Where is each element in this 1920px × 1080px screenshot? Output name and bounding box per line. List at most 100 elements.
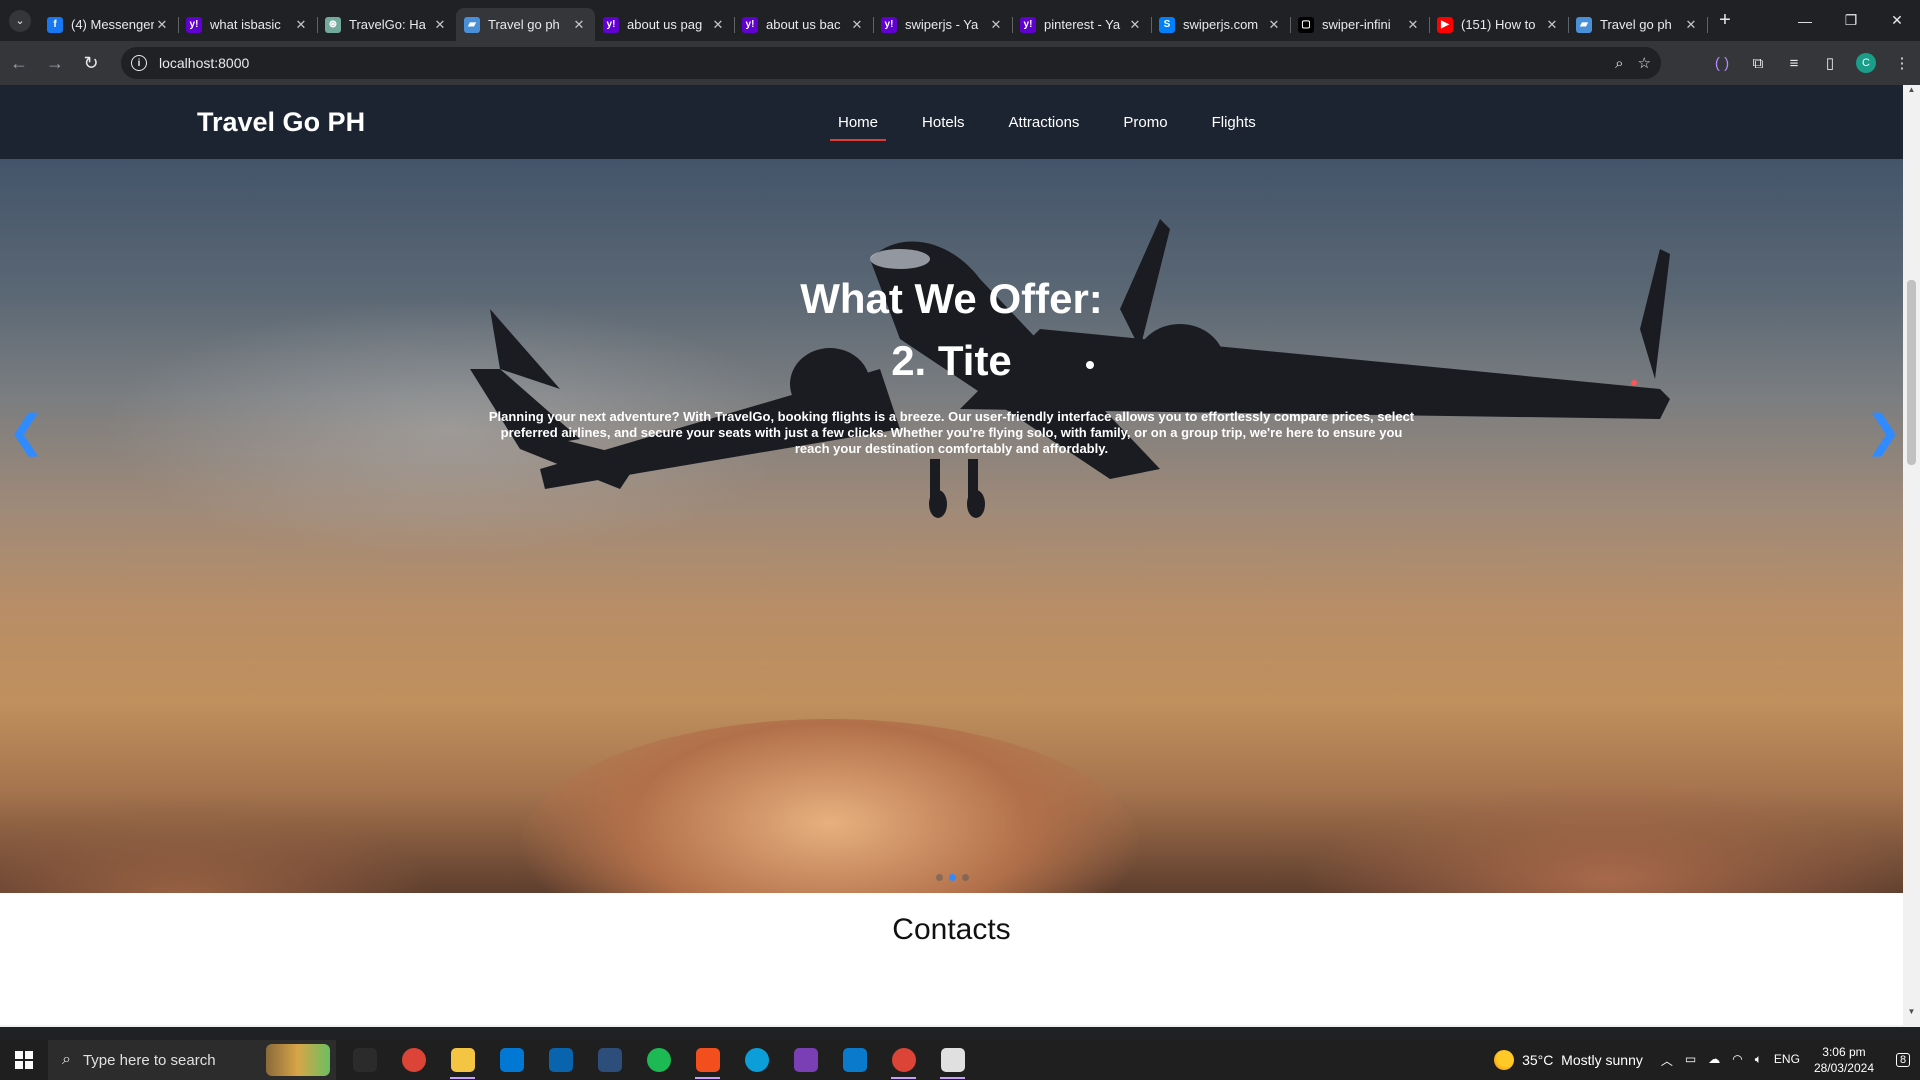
- microsoft-store-icon[interactable]: [487, 1040, 536, 1080]
- nav-link-home[interactable]: Home: [828, 85, 888, 159]
- clock-date: 28/03/2024: [1813, 1061, 1874, 1075]
- language-indicator[interactable]: ENG: [1774, 1052, 1800, 1069]
- tab-close-icon[interactable]: ✕: [1683, 17, 1699, 33]
- slider-next-chevron-icon[interactable]: ❯: [1865, 406, 1902, 457]
- address-bar[interactable]: i localhost:8000 ⌕ ☆: [121, 47, 1661, 79]
- tab-title: (151) How to: [1461, 17, 1536, 32]
- browser-tab[interactable]: ▰ Travel go ph ✕: [1568, 8, 1708, 41]
- notification-center-icon[interactable]: 8: [1886, 1040, 1920, 1080]
- side-panel-icon[interactable]: ▯: [1812, 45, 1848, 81]
- media-controls-icon[interactable]: ≡: [1776, 45, 1812, 81]
- spotify-icon[interactable]: [634, 1040, 683, 1080]
- new-tab-plus-icon[interactable]: +: [1711, 7, 1739, 35]
- minimize-icon[interactable]: —: [1782, 0, 1828, 41]
- profile-avatar[interactable]: C: [1848, 45, 1884, 81]
- tab-close-icon[interactable]: ✕: [849, 17, 865, 33]
- taskbar-apps: [340, 1040, 977, 1080]
- taskbar-search-box[interactable]: ⌕ Type here to search: [48, 1040, 336, 1080]
- settings-icon-glyph: [940, 1048, 965, 1072]
- slider-prev-chevron-icon[interactable]: ❮: [8, 406, 45, 457]
- chrome-icon-glyph: [401, 1048, 426, 1072]
- bookmark-star-icon[interactable]: ☆: [1638, 54, 1651, 72]
- browser-menu-icon[interactable]: ⋮: [1884, 45, 1920, 81]
- page-viewport: Travel Go PH Home Hotels Attractions Promo F…: [0, 85, 1920, 1027]
- extensions-puzzle-icon[interactable]: ⧉: [1740, 45, 1776, 81]
- ssms-icon[interactable]: [585, 1040, 634, 1080]
- scroll-up-arrow-icon[interactable]: ▲: [1903, 85, 1920, 94]
- chrome-icon[interactable]: [389, 1040, 438, 1080]
- search-highlight-image: [266, 1044, 330, 1076]
- meet-now-icon[interactable]: ▭: [1685, 1052, 1696, 1069]
- vscode-icon[interactable]: [830, 1040, 879, 1080]
- close-window-icon[interactable]: ✕: [1874, 0, 1920, 41]
- browser-tab[interactable]: ▰ Travel go ph ✕: [456, 8, 595, 41]
- forward-arrow-icon[interactable]: →: [38, 46, 72, 80]
- volume-icon[interactable]: 🔈︎: [1755, 1052, 1762, 1069]
- tab-title: swiperjs.com: [1183, 17, 1259, 32]
- browser-tab[interactable]: y! what isbasic ✕: [178, 8, 318, 41]
- vertical-scroll-thumb[interactable]: [1907, 280, 1916, 465]
- browser-tab[interactable]: ▢ swiper-infini ✕: [1290, 8, 1430, 41]
- slider-dot[interactable]: [936, 874, 943, 881]
- tab-close-icon[interactable]: ✕: [1544, 17, 1560, 33]
- tab-close-icon[interactable]: ✕: [1266, 17, 1282, 33]
- weather-sun-icon: [1494, 1050, 1515, 1070]
- browser-tab[interactable]: ⊛ TravelGo: Ha ✕: [317, 8, 457, 41]
- tab-close-icon[interactable]: ✕: [988, 17, 1004, 33]
- tab-close-icon[interactable]: ✕: [432, 17, 448, 33]
- tab-favicon-icon: y!: [603, 16, 619, 33]
- nav-link-attractions[interactable]: Attractions: [999, 85, 1090, 159]
- zoom-icon[interactable]: ⌕: [1615, 55, 1623, 72]
- tab-close-icon[interactable]: ✕: [710, 17, 726, 33]
- browser-tab[interactable]: y! pinterest - Ya ✕: [1012, 8, 1152, 41]
- taskbar-clock[interactable]: 3:06 pm 28/03/2024: [1814, 1044, 1874, 1076]
- back-arrow-icon[interactable]: ←: [2, 46, 36, 80]
- mail-icon[interactable]: [536, 1040, 585, 1080]
- edge-icon[interactable]: [732, 1040, 781, 1080]
- browser-tab[interactable]: y! about us pag ✕: [595, 8, 735, 41]
- slider-dot[interactable]: [962, 874, 969, 881]
- window-controls: — ❐ ✕: [1782, 0, 1920, 41]
- tab-search-chevron-icon[interactable]: ⌄: [9, 9, 31, 32]
- nav-link-promo[interactable]: Promo: [1113, 85, 1177, 159]
- chrome-active-icon[interactable]: [879, 1040, 928, 1080]
- tab-close-icon[interactable]: ✕: [293, 17, 309, 33]
- tab-close-icon[interactable]: ✕: [1405, 17, 1421, 33]
- slider-dot[interactable]: [949, 874, 956, 881]
- hero-slider[interactable]: What We Offer: 2. Tite Planning your nex…: [0, 159, 1903, 893]
- browser-tab[interactable]: Sswiperjs.com ✕: [1151, 8, 1291, 41]
- tab-close-icon[interactable]: ✕: [154, 17, 170, 33]
- browser-tab[interactable]: ▶ (151) How to ✕: [1429, 8, 1569, 41]
- site-info-icon[interactable]: i: [131, 55, 147, 71]
- onedrive-cloud-icon[interactable]: ☁: [1708, 1052, 1720, 1069]
- contacts-heading: Contacts: [892, 913, 1011, 946]
- scroll-down-arrow-icon[interactable]: ▼: [1903, 1007, 1920, 1016]
- tab-title: (4) Messenger: [71, 17, 154, 32]
- browser-tab[interactable]: y! swiperjs - Ya ✕: [873, 8, 1013, 41]
- url-text[interactable]: localhost:8000: [159, 55, 249, 71]
- nav-link-hotels[interactable]: Hotels: [912, 85, 975, 159]
- chevron-up-icon[interactable]: ︿: [1661, 1052, 1673, 1069]
- extension-brackets-icon[interactable]: ( ): [1704, 45, 1740, 81]
- task-view-icon[interactable]: [340, 1040, 389, 1080]
- windows-start-icon[interactable]: [0, 1040, 48, 1080]
- profile-initial: C: [1856, 53, 1876, 73]
- wifi-icon[interactable]: ◠: [1732, 1052, 1742, 1069]
- site-logo[interactable]: Travel Go PH: [197, 107, 365, 138]
- weather-widget[interactable]: 35°C Mostly sunny: [1494, 1050, 1643, 1070]
- settings-icon[interactable]: [928, 1040, 977, 1080]
- tab-close-icon[interactable]: ✕: [1127, 17, 1143, 33]
- horizontal-scrollbar[interactable]: [0, 1025, 1903, 1027]
- figma-icon[interactable]: [683, 1040, 732, 1080]
- browser-tab[interactable]: y! about us bac ✕: [734, 8, 874, 41]
- tab-favicon-icon: y!: [881, 16, 897, 33]
- browser-tab[interactable]: f (4) Messenger ✕: [39, 8, 179, 41]
- visual-studio-icon[interactable]: [781, 1040, 830, 1080]
- vertical-scrollbar[interactable]: ▲ ▼: [1903, 85, 1920, 1027]
- restore-icon[interactable]: ❐: [1828, 0, 1874, 41]
- tab-close-icon[interactable]: ✕: [571, 17, 587, 33]
- tab-title: Travel go ph: [1600, 17, 1672, 32]
- reload-icon[interactable]: ↻: [74, 46, 108, 80]
- file-explorer-icon[interactable]: [438, 1040, 487, 1080]
- nav-link-flights[interactable]: Flights: [1202, 85, 1266, 159]
